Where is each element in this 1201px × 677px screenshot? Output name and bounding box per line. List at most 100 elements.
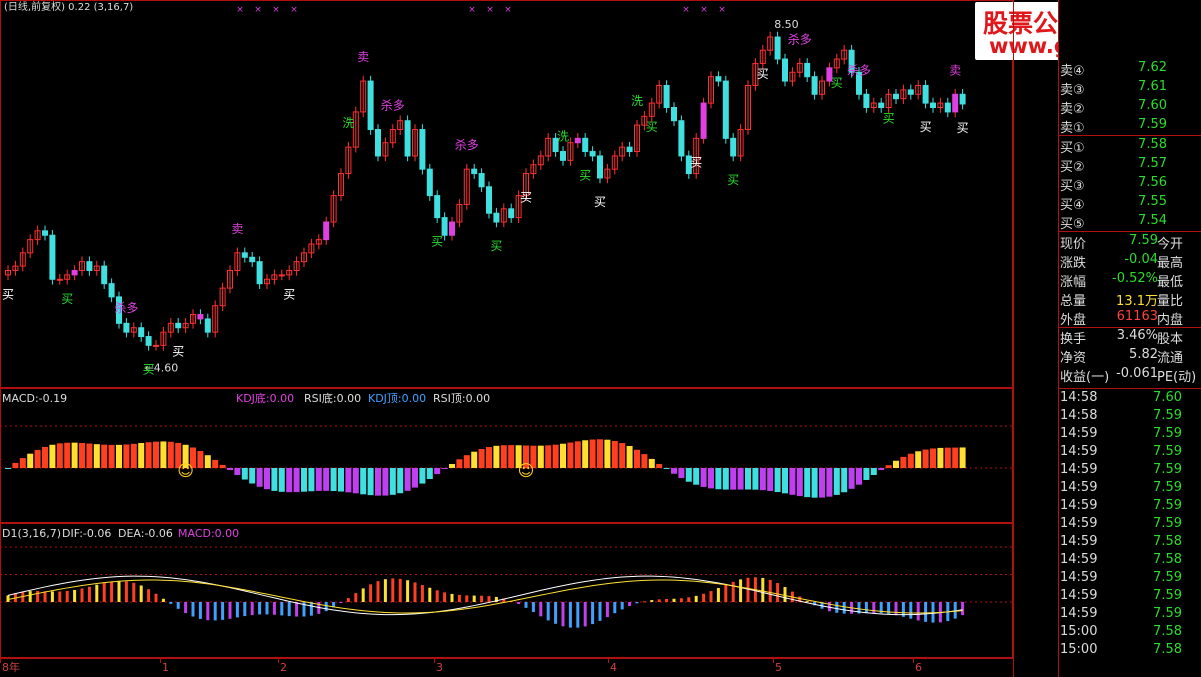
d1-bar [354, 593, 358, 602]
signal-marker: 洗 [557, 129, 569, 143]
signal-marker: 买 [431, 235, 443, 249]
sell-price: 7.62 [1138, 60, 1167, 75]
tick-price: 7.58 [1153, 534, 1182, 549]
macd-bar [767, 468, 774, 491]
quote-label2: PE(动) [1157, 370, 1197, 385]
d1-bar [154, 593, 158, 602]
buy-label: 买② [1060, 160, 1085, 175]
d1-bar [531, 602, 535, 613]
candle-body [715, 76, 722, 82]
candle-body [449, 221, 455, 236]
macd-bar [108, 444, 115, 468]
sell-label: 卖② [1060, 102, 1085, 117]
tick-time: 14:58 [1060, 408, 1098, 423]
chart-area[interactable]: 8.007.507.006.506.005.505.004.508.50←4.6… [0, 0, 1013, 677]
quote-label: 现价 [1060, 237, 1087, 252]
candle-body [278, 274, 285, 277]
macd-bar [537, 445, 544, 468]
d1-bar [835, 602, 839, 613]
macd-bar [937, 447, 944, 468]
d1-bar [598, 602, 602, 621]
d1-bar [576, 602, 580, 628]
macd-bar [952, 447, 959, 468]
d1-bar [776, 583, 780, 602]
top-cross-marker: × [468, 5, 476, 15]
quote-label: 涨跌 [1060, 256, 1087, 271]
d1-bar [583, 602, 587, 627]
candle-body [101, 265, 108, 285]
macd-bar [308, 468, 315, 492]
macd-bar [389, 468, 396, 495]
candle-body [560, 151, 566, 161]
macd-bar [782, 468, 788, 494]
axis-divider [1013, 0, 1014, 677]
quote-label2: 今开 [1157, 237, 1184, 252]
signal-marker: 买 [831, 76, 843, 90]
candle-body [574, 137, 581, 144]
signal-marker: 买 [957, 121, 969, 135]
d1-bar [169, 602, 173, 604]
tick-time: 14:59 [1060, 552, 1098, 567]
buy-label: 买① [1060, 141, 1085, 156]
d1-bar [524, 602, 528, 608]
tick-price: 7.59 [1153, 444, 1182, 459]
macd-bar [138, 443, 145, 468]
candle-body [471, 168, 478, 175]
d1-bar [872, 602, 876, 614]
macd-bar [360, 468, 367, 495]
d1-bar [398, 578, 402, 602]
tick-time: 15:00 [1060, 624, 1098, 639]
macd-bar [656, 463, 663, 468]
quote-value: 7.59 [1129, 233, 1158, 248]
macd-bar [745, 468, 751, 490]
tick-time: 15:00 [1060, 642, 1098, 657]
macd-bar [752, 468, 759, 490]
candle-body [441, 217, 448, 236]
signal-marker: 卖 [231, 222, 243, 236]
buy-label: 买④ [1060, 198, 1085, 213]
d1-bar [391, 578, 395, 602]
candle-body [597, 155, 603, 179]
macd-bar [397, 468, 404, 494]
macd-bar [759, 468, 766, 491]
buy-label: 买⑤ [1060, 217, 1085, 232]
signal-marker: 买 [594, 195, 606, 209]
macd-bar [819, 468, 825, 498]
smile-icon: ☺ [177, 461, 194, 480]
macd-bar [870, 468, 877, 476]
candle-body [671, 107, 677, 122]
panel-border-0 [0, 0, 1013, 388]
macd-bar [878, 468, 885, 471]
candle-body [486, 186, 492, 214]
quote-label: 净资 [1060, 351, 1087, 366]
ind1-kdj-top-label: KDJ顶:0.00 [368, 392, 426, 405]
buy-price: 7.55 [1138, 194, 1167, 209]
d1-bar [517, 602, 521, 605]
quote-separator [1059, 231, 1201, 232]
candle-body [878, 102, 885, 108]
signal-marker: 买 [520, 191, 532, 205]
candle-body [138, 327, 145, 338]
d1-bar [650, 600, 654, 602]
x-axis-label: 3 [436, 661, 443, 674]
d1-bar [184, 602, 188, 614]
d1-bar [250, 602, 254, 616]
macd-bar [256, 468, 263, 487]
main-chart-svg[interactable]: 8.007.507.006.506.005.505.004.508.50←4.6… [0, 0, 1013, 677]
signal-marker: 杀多 [847, 62, 871, 77]
d1-bar [206, 602, 210, 621]
d1-bar [487, 596, 491, 602]
macd-bar [915, 451, 922, 468]
tick-price: 7.59 [1153, 426, 1182, 441]
macd-bar [116, 444, 122, 468]
macd-bar [241, 468, 248, 480]
macd-bar [404, 468, 411, 491]
d1-bar [58, 591, 62, 602]
candle-body [71, 269, 78, 276]
macd-bar [375, 468, 381, 496]
window-title: (日线,前复权) 0.22 (3,16,7) [4, 0, 133, 13]
tick-time: 14:59 [1060, 462, 1098, 477]
macd-bar [12, 462, 19, 468]
tick-price: 7.58 [1153, 642, 1182, 657]
d1-bar [746, 577, 750, 602]
